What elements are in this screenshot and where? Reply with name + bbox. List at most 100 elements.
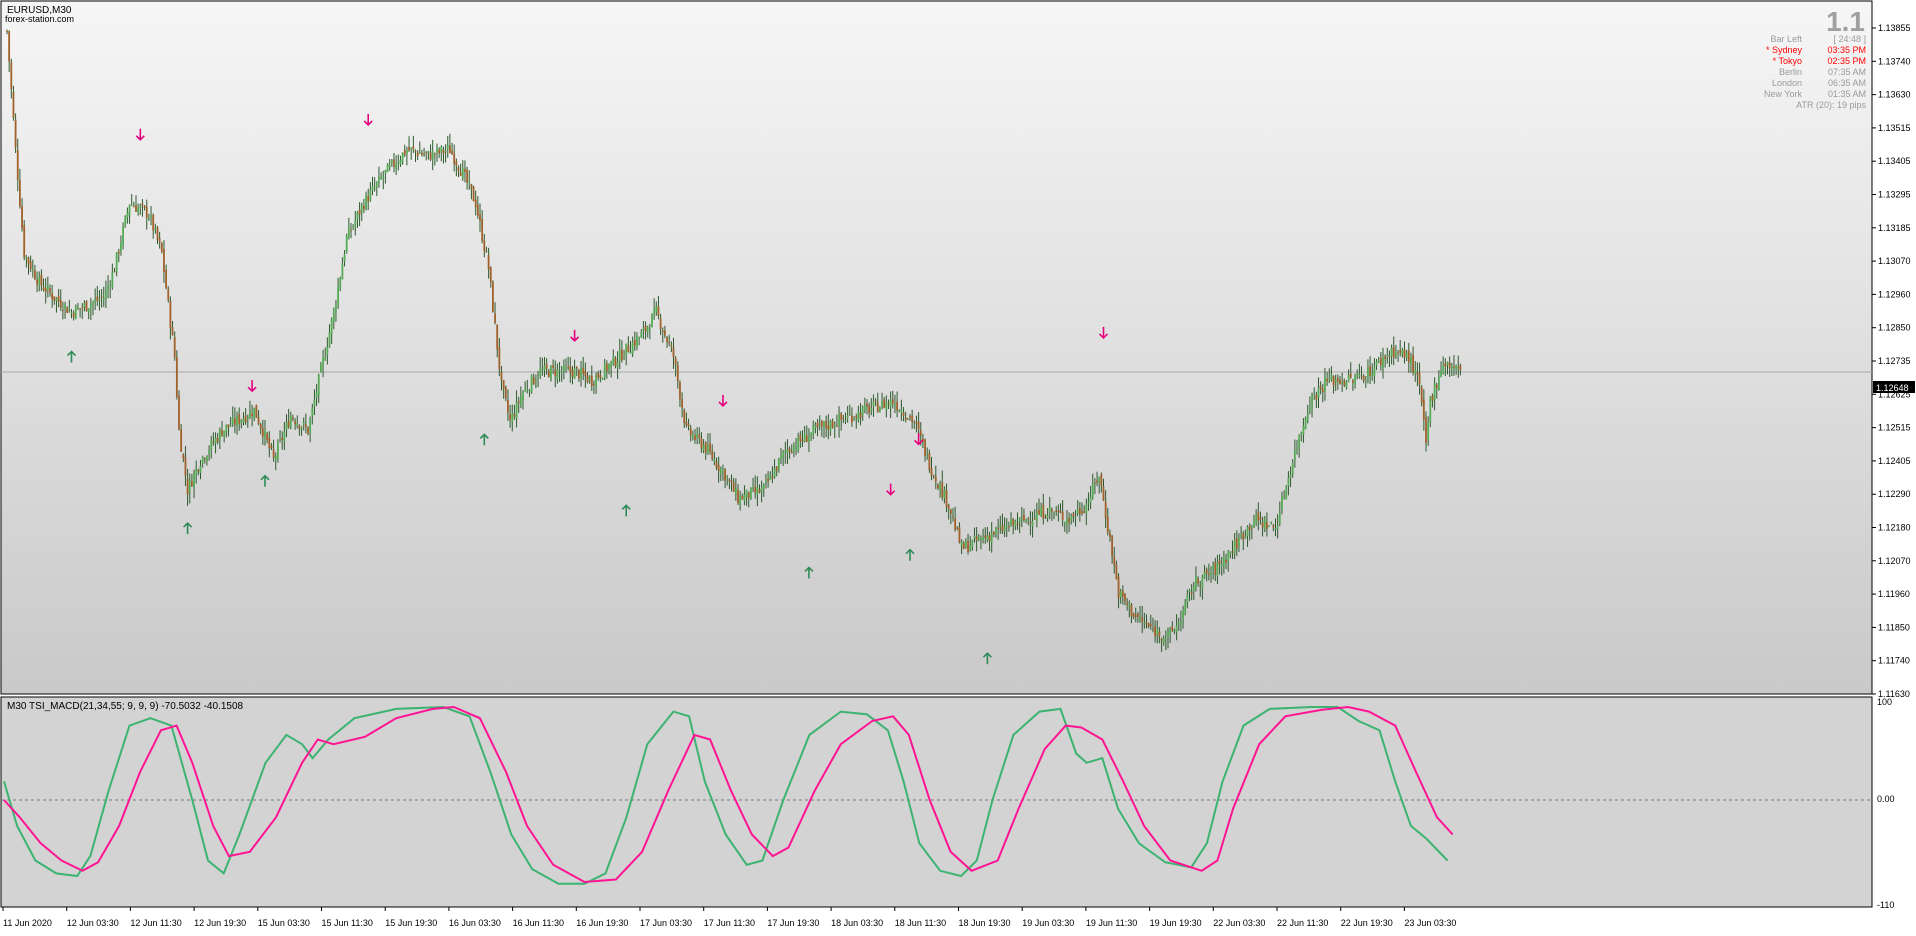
candle-body [436, 148, 438, 153]
candle-body [726, 477, 729, 479]
candle-body [704, 442, 707, 453]
candle-body [117, 251, 120, 254]
candle-body [175, 356, 178, 397]
candle-body [934, 476, 937, 482]
candle-body [1324, 377, 1326, 392]
candle-body [883, 399, 886, 408]
candle-body [552, 365, 554, 368]
candle-body [1453, 366, 1455, 368]
candle-body [909, 415, 911, 418]
candle-body [840, 413, 843, 420]
candle-body [182, 454, 185, 459]
candle-body [752, 487, 754, 489]
indicator-pane[interactable] [0, 696, 1873, 908]
candle-body [240, 420, 243, 424]
candle-body [347, 227, 350, 239]
candle-body [109, 285, 112, 287]
candle-body [939, 483, 941, 491]
candle-body [793, 445, 795, 452]
candle-body [1450, 366, 1453, 370]
candle-body [208, 450, 210, 455]
price-pane[interactable] [0, 0, 1873, 695]
candle-body [1386, 355, 1389, 357]
candle-body [141, 203, 144, 206]
candle-body [34, 270, 36, 280]
candle-body [302, 422, 305, 425]
candle-body [1457, 367, 1460, 369]
candle-body [397, 162, 400, 165]
candle-body [1257, 512, 1260, 521]
candle-body [958, 527, 961, 543]
candle-body [1309, 407, 1311, 412]
candle-body [797, 436, 800, 451]
candle-body [1289, 474, 1292, 478]
candle-body [960, 542, 963, 546]
candle-body [272, 449, 275, 458]
candle-body [597, 372, 600, 378]
candle-body [375, 182, 378, 187]
candle-body [517, 401, 520, 404]
candle-body [758, 489, 761, 493]
candle-body [38, 276, 41, 286]
candle-body [683, 409, 686, 423]
indicator-tick-label: -110 [1877, 900, 1894, 910]
candle-body [874, 400, 877, 402]
candle-body [294, 421, 296, 425]
chart-canvas[interactable]: EURUSD,M30 forex-station.com M30 TSI_MAC… [0, 0, 1916, 933]
candle-body [135, 205, 137, 212]
candle-body [221, 430, 223, 436]
candle-body [64, 304, 66, 309]
candle-body [1401, 349, 1404, 355]
indicator-tick-label: 0.00 [1877, 794, 1895, 804]
candle-body [646, 327, 649, 333]
candle-body [535, 380, 537, 383]
candle-body [332, 309, 335, 322]
candle-body [502, 380, 505, 389]
candle-body [805, 435, 808, 442]
candle-body [313, 399, 316, 407]
candle-body [894, 404, 896, 406]
candle-body [971, 539, 974, 548]
candle-body [513, 414, 516, 417]
candle-body [941, 482, 944, 498]
candle-body [197, 470, 200, 472]
candle-body [887, 403, 890, 405]
time-tick-label: 16 Jun 11:30 [513, 918, 564, 928]
candle-body [986, 535, 989, 541]
candle-body [668, 342, 671, 344]
candle-body [1104, 501, 1107, 519]
candle-body [46, 285, 49, 290]
candle-body [1167, 632, 1169, 637]
candle-body [390, 160, 393, 164]
time-tick-label: 12 Jun 03:30 [67, 918, 119, 928]
candle-body [98, 299, 101, 301]
candle-body [885, 402, 888, 411]
candle-body [1412, 354, 1414, 373]
candle-body [1203, 571, 1206, 579]
candle-body [137, 207, 140, 213]
candle-body [227, 424, 230, 428]
candle-body [782, 451, 785, 457]
candle-body [956, 527, 959, 529]
candle-body [980, 537, 982, 540]
candle-body [833, 425, 836, 427]
candle-body [915, 422, 918, 424]
candle-body [115, 252, 118, 272]
candle-body [1051, 509, 1053, 512]
candle-body [1253, 520, 1255, 528]
candle-body [388, 164, 391, 168]
candle-body [1438, 377, 1440, 391]
candle-body [322, 357, 324, 367]
candle-body [1291, 462, 1294, 475]
candle-body [100, 296, 103, 298]
candle-body [485, 251, 488, 253]
indicator-tick-label: 100 [1877, 697, 1892, 707]
candle-body [681, 398, 683, 408]
candle-body [1074, 516, 1077, 518]
candle-body [825, 420, 828, 428]
candle-body [1121, 590, 1124, 597]
price-tick-label: 1.13630 [1878, 90, 1911, 100]
candle-body [1347, 374, 1350, 382]
candle-body [593, 384, 595, 386]
chart-window[interactable]: EURUSD,M30 forex-station.com M30 TSI_MAC… [0, 0, 1916, 933]
